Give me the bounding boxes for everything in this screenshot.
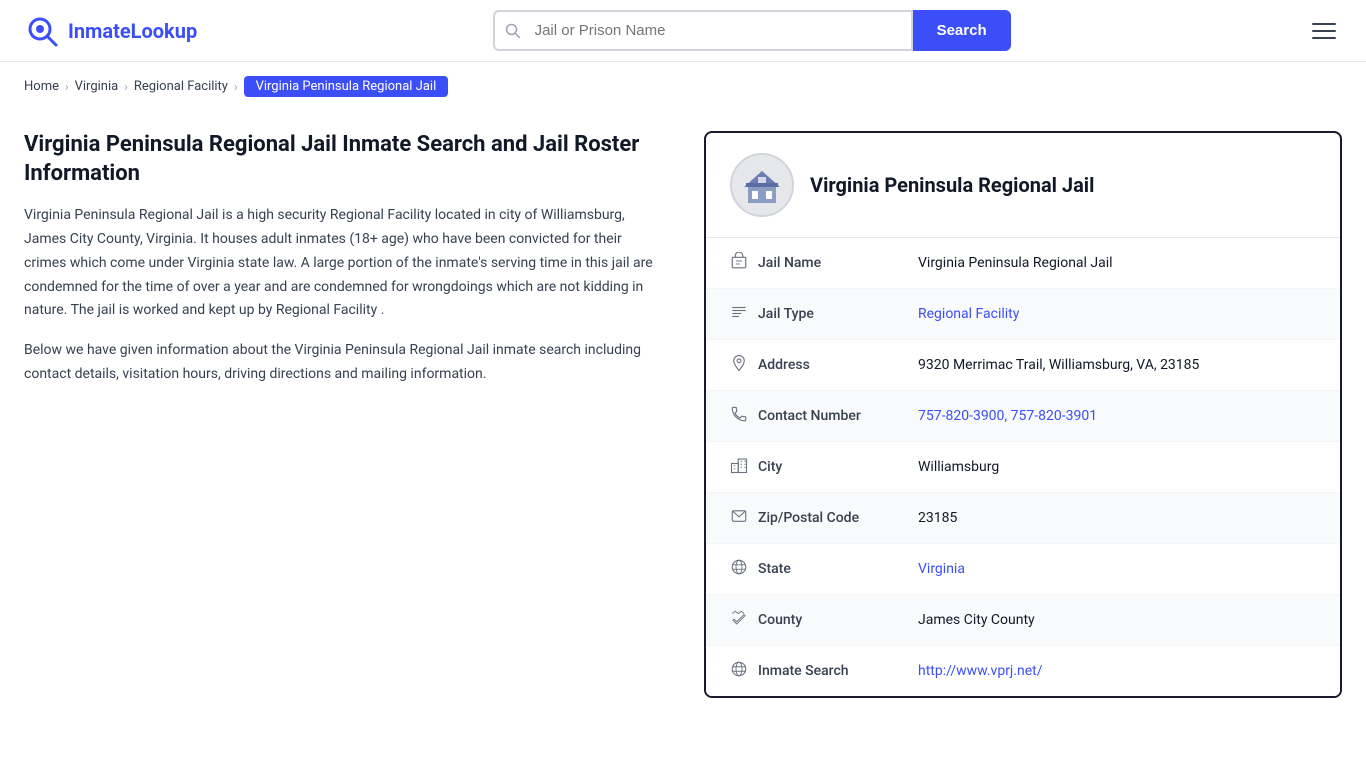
search-input[interactable] <box>531 12 911 49</box>
contact-link[interactable]: 757-820-3900, 757-820-3901 <box>918 408 1097 424</box>
jail-card: Virginia Peninsula Regional Jail Jail Na… <box>704 131 1342 698</box>
contact-value: 757-820-3900, 757-820-3901 <box>918 408 1097 424</box>
info-row-inmate-search: Inmate Search http://www.vprj.net/ <box>706 646 1340 696</box>
inmate-search-icon <box>730 660 758 682</box>
zip-value: 23185 <box>918 510 957 526</box>
zip-icon <box>730 507 758 529</box>
zip-label: Zip/Postal Code <box>758 510 918 526</box>
info-row-contact: Contact Number 757-820-3900, 757-820-390… <box>706 391 1340 442</box>
contact-label: Contact Number <box>758 408 918 424</box>
jail-name-icon <box>730 252 758 274</box>
state-value: Virginia <box>918 561 965 577</box>
breadcrumb-regional-facility[interactable]: Regional Facility <box>134 79 228 94</box>
county-icon <box>730 609 758 631</box>
jail-type-value: Regional Facility <box>918 306 1019 322</box>
jail-card-title: Virginia Peninsula Regional Jail <box>810 173 1094 197</box>
info-row-city: City Williamsburg <box>706 442 1340 493</box>
info-table: Jail Name Virginia Peninsula Regional Ja… <box>706 238 1340 696</box>
search-box <box>493 10 913 51</box>
jail-card-header: Virginia Peninsula Regional Jail <box>706 133 1340 238</box>
jail-name-value: Virginia Peninsula Regional Jail <box>918 255 1113 271</box>
info-row-jail-name: Jail Name Virginia Peninsula Regional Ja… <box>706 238 1340 289</box>
county-value: James City County <box>918 612 1035 628</box>
address-label: Address <box>758 357 918 373</box>
jail-building-icon <box>740 163 784 207</box>
breadcrumb-home[interactable]: Home <box>24 79 59 94</box>
logo[interactable]: InmateLookup <box>24 13 197 49</box>
city-label: City <box>758 459 918 475</box>
jail-name-label: Jail Name <box>758 255 918 271</box>
search-button[interactable]: Search <box>913 10 1011 51</box>
header: InmateLookup Search <box>0 0 1366 62</box>
address-value: 9320 Merrimac Trail, Williamsburg, VA, 2… <box>918 357 1199 373</box>
breadcrumb-sep-2: › <box>124 80 128 94</box>
info-row-county: County James City County <box>706 595 1340 646</box>
inmate-search-link[interactable]: http://www.vprj.net/ <box>918 663 1043 679</box>
state-label: State <box>758 561 918 577</box>
search-icon <box>495 23 531 39</box>
breadcrumb-current: Virginia Peninsula Regional Jail <box>244 76 449 97</box>
address-icon <box>730 354 758 376</box>
info-row-state: State Virginia <box>706 544 1340 595</box>
hamburger-menu[interactable] <box>1306 17 1342 45</box>
page-title: Virginia Peninsula Regional Jail Inmate … <box>24 131 664 188</box>
jail-type-icon <box>730 303 758 325</box>
state-link[interactable]: Virginia <box>918 561 965 577</box>
jail-avatar <box>730 153 794 217</box>
state-icon <box>730 558 758 580</box>
info-row-jail-type: Jail Type Regional Facility <box>706 289 1340 340</box>
jail-type-label: Jail Type <box>758 306 918 322</box>
breadcrumb-sep-3: › <box>234 80 238 94</box>
left-column: Virginia Peninsula Regional Jail Inmate … <box>24 131 664 698</box>
right-column: Virginia Peninsula Regional Jail Jail Na… <box>704 131 1342 698</box>
county-label: County <box>758 612 918 628</box>
city-icon <box>730 456 758 478</box>
city-value: Williamsburg <box>918 459 999 475</box>
info-row-zip: Zip/Postal Code 23185 <box>706 493 1340 544</box>
contact-icon <box>730 405 758 427</box>
info-row-address: Address 9320 Merrimac Trail, Williamsbur… <box>706 340 1340 391</box>
breadcrumb-sep-1: › <box>65 80 69 94</box>
search-area: Search <box>493 10 1011 51</box>
jail-type-link[interactable]: Regional Facility <box>918 306 1019 322</box>
description-para-2: Below we have given information about th… <box>24 339 664 387</box>
main-content: Virginia Peninsula Regional Jail Inmate … <box>0 111 1366 738</box>
inmate-search-label: Inmate Search <box>758 663 918 679</box>
breadcrumb: Home › Virginia › Regional Facility › Vi… <box>0 62 1366 111</box>
inmate-search-value: http://www.vprj.net/ <box>918 663 1043 679</box>
logo-icon <box>24 13 60 49</box>
logo-text: InmateLookup <box>68 19 197 43</box>
description-para-1: Virginia Peninsula Regional Jail is a hi… <box>24 204 664 323</box>
breadcrumb-virginia[interactable]: Virginia <box>75 79 119 94</box>
